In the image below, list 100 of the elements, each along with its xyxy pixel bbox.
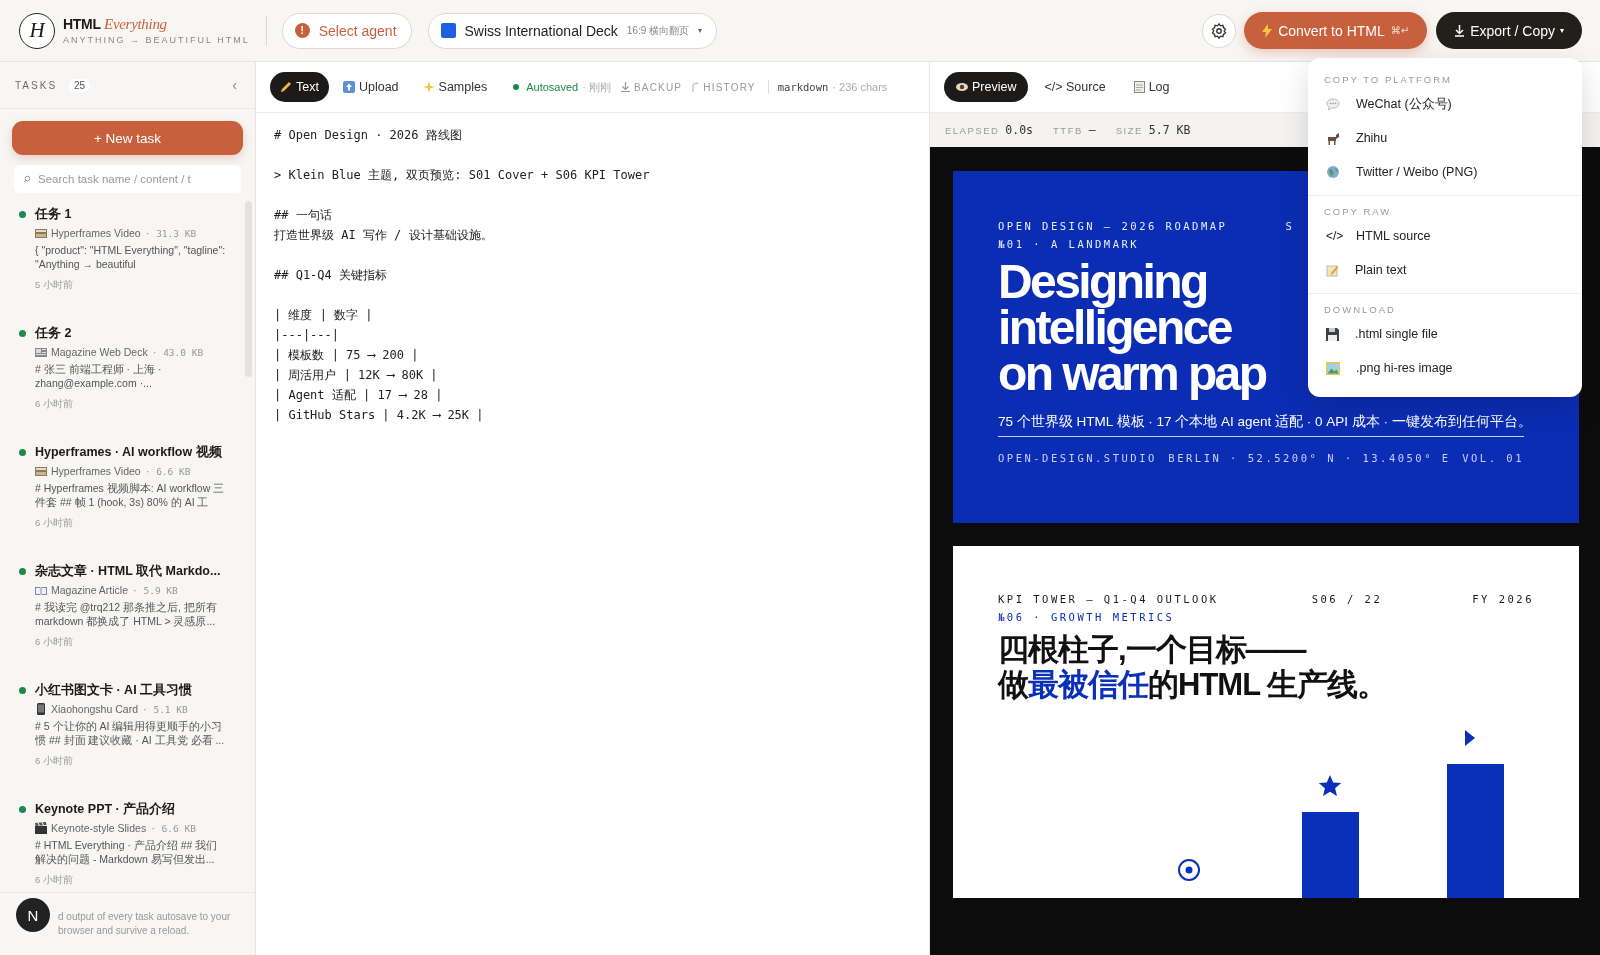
task-type: Hyperframes Video [51, 465, 141, 477]
newspaper-icon [35, 346, 47, 358]
stat-value: 5.7 KB [1148, 123, 1191, 137]
task-snippet: # HTML Everything · 产品介绍 ## 我们解决的问题 - Markdown 易写但发出... [35, 838, 219, 866]
task-type: Keynote-style Slides [51, 822, 147, 834]
editor-tab[interactable]: Text [270, 72, 329, 102]
menu-item[interactable]: Plain text [1308, 253, 1582, 287]
download-icon [1454, 24, 1466, 37]
task-type: Magazine Web Deck [51, 346, 148, 358]
status-dot [19, 211, 26, 218]
target-icon [1178, 859, 1200, 881]
task-size: · 43.0 KB [151, 346, 204, 358]
status-dot [19, 568, 26, 575]
status-dot [19, 330, 26, 337]
select-agent-button[interactable]: ! Select agent [281, 12, 412, 49]
autosave-dot [513, 84, 520, 90]
task-title[interactable]: 杂志文章 · HTML 取代 Markdo... [35, 563, 227, 580]
gear-icon [1210, 21, 1229, 40]
menu-section-title: DOWNLOAD [1323, 303, 1397, 317]
task-time: 6 小时前 [35, 398, 74, 411]
book-icon [35, 584, 47, 596]
task-snippet: { "product": "HTML Everything", "tagline": "Anything → beautiful [35, 243, 227, 271]
history-icon [692, 82, 700, 92]
task-size: · 6.6 KB [150, 822, 196, 834]
slide-heading: 四根柱子,一个目标—— 做最被信任的HTML 生产线。 [998, 632, 1388, 702]
preview-tab[interactable]: Log [1121, 72, 1182, 102]
autosave-status: Autosaved [526, 81, 579, 93]
square-icon [440, 23, 456, 38]
stat-label: ELAPSED [945, 125, 1000, 136]
editor-line: ## 一句话 [274, 207, 333, 224]
template-picker[interactable]: Swiss International Deck 16:9 横向翻页 ▾ [427, 12, 718, 49]
char-count: · 236 chars [832, 81, 888, 93]
editor-line: # Open Design · 2026 路线图 [274, 127, 463, 144]
editor-line: | GitHub Stars | 4.2K ⟶ 25K | [274, 407, 485, 424]
chat-bubble-icon [1326, 97, 1340, 111]
autosave-time: · 刚刚 [582, 79, 611, 95]
settings-button[interactable] [1202, 13, 1237, 48]
clapperboard-icon [35, 822, 47, 834]
slide-footer-text: BERLIN · 52.5200° N · 13.4050° E [1168, 451, 1451, 466]
task-title[interactable]: 任务 2 [35, 325, 227, 342]
task-time: 5 小时前 [35, 279, 74, 292]
app-tagline: ANYTHING → BEAUTIFUL HTML [63, 35, 250, 45]
menu-item[interactable]: .png hi-res image [1308, 351, 1582, 385]
slide-number: №06 · GROWTH METRICS [998, 610, 1175, 625]
task-count: 25 [69, 78, 91, 92]
task-time: 6 小时前 [35, 874, 74, 887]
menu-item[interactable]: Twitter / Weibo (PNG) [1308, 155, 1582, 189]
menu-item[interactable]: .html single file [1308, 317, 1582, 351]
editor-tab[interactable]: Samples [412, 72, 498, 102]
convert-button[interactable]: Convert to HTML ⌘↵ [1244, 12, 1428, 49]
editor-tab[interactable]: Upload [332, 72, 409, 102]
slide-subtitle: 75 个世界级 HTML 模板 · 17 个本地 AI agent 适配 · 0 API 成本 · 一键发布到任何平台。 [998, 413, 1532, 431]
avatar[interactable]: N [16, 898, 50, 932]
status-dot [19, 449, 26, 456]
upload-icon [342, 81, 355, 93]
globe-icon [1326, 165, 1340, 179]
triangle-icon [1465, 730, 1475, 746]
task-type: Hyperframes Video [51, 227, 141, 239]
new-task-button[interactable]: + New task [12, 121, 243, 155]
task-size: · 5.9 KB [132, 584, 178, 596]
search-field[interactable]: Search task name / content / t [14, 165, 241, 193]
format-label: markdown [777, 81, 829, 93]
task-time: 6 小时前 [35, 517, 74, 530]
animal-icon [1326, 131, 1340, 145]
eye-icon [956, 82, 968, 92]
slide-page: S06 / 22 [1311, 592, 1383, 607]
editor-line: 打造世界级 AI 写作 / 设计基础设施。 [274, 227, 494, 244]
lightning-icon [1262, 23, 1273, 38]
task-snippet: # 我读完 @trq212 那条推之后, 把所有 markdown 都换成了 HTML > 灵感原... [35, 600, 218, 628]
task-size: · 31.3 KB [144, 227, 197, 239]
download-icon [620, 82, 630, 92]
preview-tab[interactable]: </> Source [1032, 72, 1118, 102]
search-icon [23, 175, 31, 183]
editor-line: | Agent 适配 | 17 ⟶ 28 | [274, 387, 444, 404]
app-name: HTML Everything [63, 16, 168, 33]
task-size: · 6.6 KB [144, 465, 191, 477]
menu-section-title: COPY TO PLATFORM [1323, 73, 1453, 87]
task-title[interactable]: 任务 1 [35, 206, 227, 223]
slide-year: FY 2026 [1472, 592, 1534, 607]
editor-line: |---|---| [274, 327, 341, 344]
preview-tab[interactable]: Preview [944, 72, 1029, 102]
stat-label: TTFB [1053, 125, 1083, 136]
notepad-icon [1326, 263, 1339, 277]
export-button[interactable]: Export / Copy ▾ [1436, 12, 1582, 49]
editor-line: ## Q1-Q4 关键指标 [274, 267, 389, 284]
stat-value: — [1088, 123, 1096, 137]
stat-label: SIZE [1115, 125, 1143, 136]
editor-line: | 周活用户 | 12K ⟶ 80K | [274, 367, 439, 384]
editor-line: | 维度 | 数字 | [274, 307, 374, 324]
menu-item[interactable]: Zhihu [1308, 121, 1582, 155]
task-title[interactable]: Keynote PPT · 产品介绍 [35, 801, 227, 818]
image-icon [1326, 361, 1340, 375]
task-time: 6 小时前 [35, 755, 74, 768]
task-title[interactable]: 小红书图文卡 · AI 工具习惯 [35, 682, 227, 699]
menu-item[interactable]: WeChat (公众号) [1308, 87, 1582, 121]
task-title[interactable]: Hyperframes · AI workflow 视频 [35, 444, 227, 461]
editor-line: > Klein Blue 主题, 双页预览: S01 Cover + S06 KPI Tower [274, 167, 651, 184]
task-snippet: # 5 个让你的 AI 编辑用得更顺手的小习惯 ## 封面 建议收藏 · AI 工具党 必看 ... [35, 719, 226, 747]
menu-item[interactable]: </> HTML source [1308, 219, 1582, 253]
slide-kicker: OPEN DESIGN — 2026 ROADMAP [998, 219, 1228, 234]
